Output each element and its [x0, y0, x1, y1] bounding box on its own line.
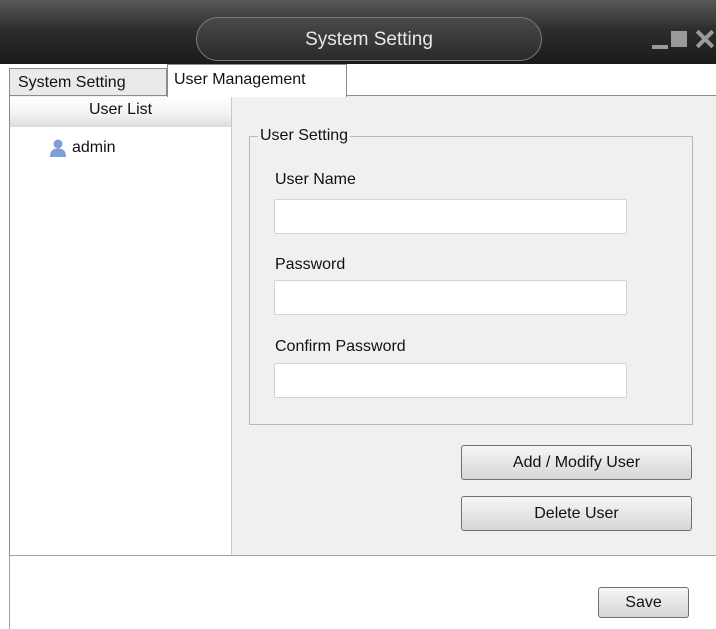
- user-setting-legend: User Setting: [258, 127, 351, 145]
- user-list-header: User List: [10, 97, 231, 127]
- close-icon[interactable]: [694, 28, 716, 50]
- user-icon: [50, 139, 66, 157]
- password-input[interactable]: [274, 280, 627, 315]
- save-button[interactable]: Save: [598, 587, 689, 618]
- user-name-input[interactable]: [274, 199, 627, 234]
- add-modify-user-button[interactable]: Add / Modify User: [461, 445, 692, 480]
- user-name-label: User Name: [275, 171, 356, 188]
- window-title: System Setting: [305, 29, 433, 50]
- system-setting-window: System Setting System Setting User Manag…: [0, 0, 716, 629]
- minimize-icon[interactable]: [652, 28, 668, 50]
- title-bar[interactable]: System Setting: [0, 0, 716, 64]
- user-list-item[interactable]: admin: [72, 139, 116, 159]
- tab-strip: System Setting User Management: [0, 64, 716, 97]
- panel-bottom-divider: [9, 555, 716, 556]
- user-list[interactable]: User List admin: [10, 97, 232, 555]
- delete-user-button[interactable]: Delete User: [461, 496, 692, 531]
- tab-user-management[interactable]: User Management: [167, 64, 347, 97]
- maximize-icon[interactable]: [671, 28, 687, 50]
- tab-system-setting[interactable]: System Setting: [9, 68, 167, 96]
- window-left-edge: [9, 556, 10, 629]
- confirm-password-label: Confirm Password: [275, 338, 406, 355]
- confirm-password-input[interactable]: [274, 363, 627, 398]
- password-label: Password: [275, 256, 346, 273]
